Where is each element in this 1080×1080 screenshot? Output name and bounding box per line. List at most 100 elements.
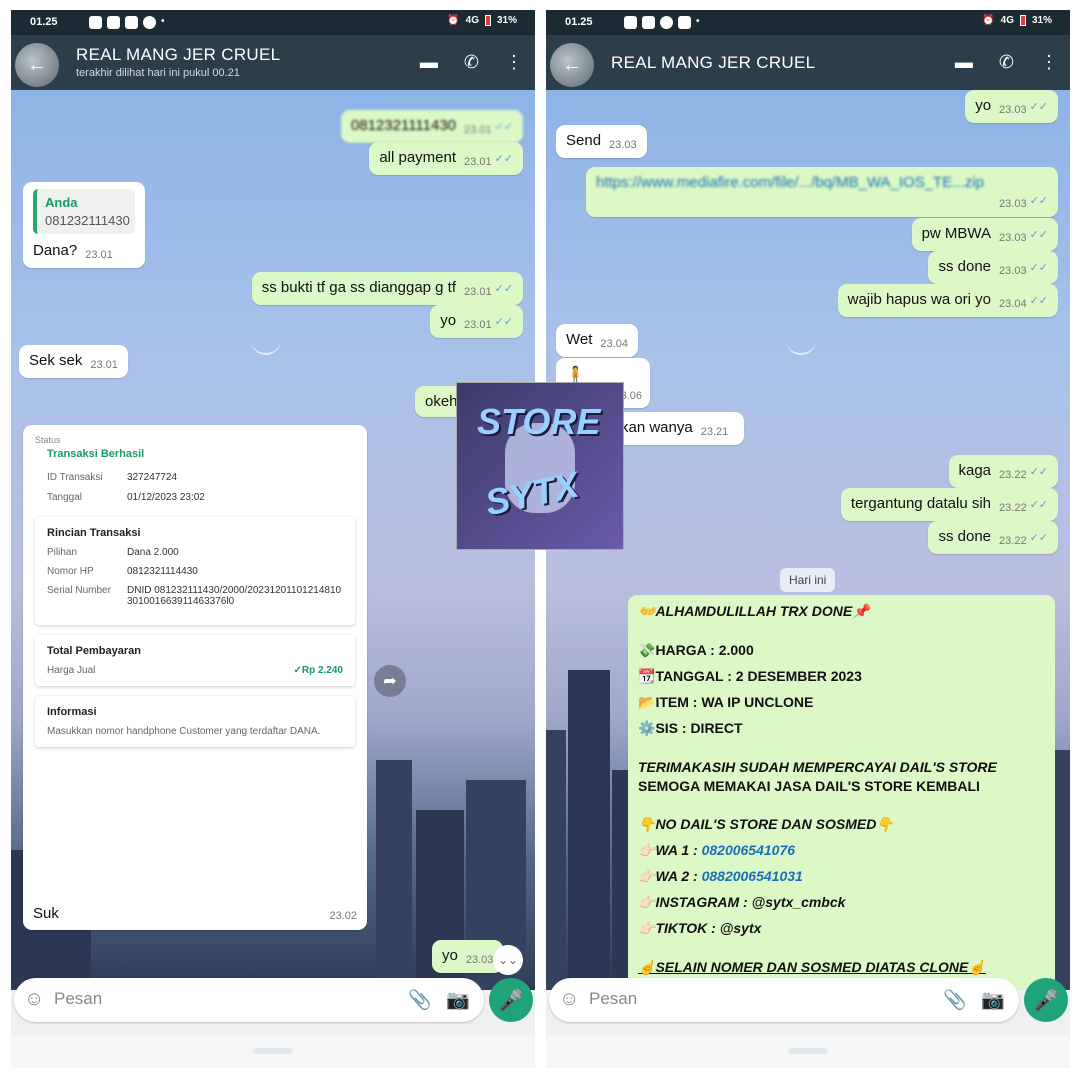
moon-decoration	[786, 325, 816, 355]
message-in[interactable]: Wet 23.04	[556, 324, 638, 357]
back-avatar-button[interactable]: ←	[15, 43, 59, 87]
read-ticks-icon: ✓✓	[1029, 466, 1048, 478]
message-text: ss done	[938, 258, 992, 275]
message-in[interactable]: Anda 081232111430 Dana? 23.01	[23, 182, 145, 268]
message-input[interactable]: ☺ Pesan 📎 📷	[549, 978, 1019, 1022]
emoji-icon[interactable]: ☺	[559, 988, 579, 1011]
message-out[interactable]: ss bukti tf ga ss dianggap g tf 23.01 ✓✓	[251, 272, 523, 305]
promo-line: SELAIN NOMER DAN SOSMED DIATAS CLONE	[655, 959, 969, 975]
chat-area[interactable]: yo 23.03 ✓✓ Send 23.03 https://www.mediafir…	[546, 90, 1070, 990]
message-time: 23.01	[464, 286, 492, 298]
camera-icon[interactable]: 📷	[446, 988, 470, 1012]
more-options-icon[interactable]: ⋮	[505, 52, 523, 73]
folder-icon: 📂	[638, 694, 656, 710]
more-options-icon[interactable]: ⋮	[1040, 52, 1058, 73]
moon-decoration	[251, 325, 281, 355]
sticker-thumb-icon: 🧍	[566, 366, 585, 383]
receipt-id-label: ID Transaksi	[47, 472, 103, 483]
message-time: 23.01	[464, 124, 492, 136]
pointer-icon: 👉🏻	[638, 894, 656, 910]
system-icons: ⏰ 4G 31%	[447, 15, 517, 26]
contact-name[interactable]: REAL MANG JER CRUEL	[611, 53, 815, 73]
message-text: kaga	[958, 462, 992, 479]
camera-icon[interactable]: 📷	[981, 988, 1005, 1012]
battery-icon	[1019, 15, 1026, 26]
message-input[interactable]: ☺ Pesan 📎 📷	[14, 978, 484, 1022]
notification-icon	[678, 16, 691, 29]
message-out[interactable]: tergantung datalu sih 23.22 ✓✓	[840, 488, 1058, 521]
payment-receipt-image[interactable]: Status Transaksi Berhasil ID Transaksi 32…	[23, 425, 367, 930]
message-out[interactable]: wajib hapus wa ori yo 23.04 ✓✓	[837, 284, 1058, 317]
point-up-icon: ☝️	[968, 959, 986, 975]
message-out[interactable]: yo 23.01 ✓✓	[430, 305, 523, 338]
system-nav-bar	[11, 1036, 535, 1068]
sticker-image[interactable]: STORE SYTX	[456, 382, 624, 550]
message-text: Send	[566, 132, 602, 149]
receipt-status-label: Status	[35, 435, 61, 445]
message-link[interactable]: https://www.mediafire.com/file/.../bq/MB…	[596, 174, 984, 191]
notification-icon	[624, 16, 637, 29]
home-indicator[interactable]	[788, 1048, 828, 1054]
notification-icons: •	[89, 16, 165, 29]
info-text: Masukkan nomor handphone Customer yang t…	[47, 726, 321, 737]
video-call-icon[interactable]: ▬	[955, 52, 973, 73]
battery-percent: 31%	[496, 15, 517, 26]
mic-button[interactable]: 🎤	[1024, 978, 1068, 1022]
transaction-detail-card: Rincian Transaksi Pilihan Dana 2.000 Nomo…	[35, 517, 355, 625]
point-down-icon: 👇	[638, 816, 656, 832]
attach-icon[interactable]: 📎	[943, 988, 967, 1012]
last-seen: terakhir dilihat hari ini pukul 00.21	[76, 67, 240, 79]
message-in[interactable]: Sek sek 23.01	[19, 345, 128, 378]
gear-icon: ⚙️	[638, 720, 656, 736]
promo-line: ITEM : WA IP UNCLONE	[655, 694, 814, 710]
message-out[interactable]: kaga 23.22 ✓✓	[948, 455, 1058, 488]
promo-line: ALHAMDULILLAH TRX DONE	[655, 603, 853, 619]
message-text: kan wanya	[621, 419, 693, 436]
input-placeholder: Pesan	[589, 989, 638, 1008]
contact-name[interactable]: REAL MANG JER CRUEL	[76, 45, 280, 65]
read-ticks-icon: ✓✓	[1029, 295, 1048, 307]
message-time: 23.04	[600, 338, 628, 350]
quote-text: 081232111430	[45, 213, 130, 228]
message-text: pw MBWA	[921, 225, 992, 242]
message-out[interactable]: ss done 23.03 ✓✓	[928, 251, 1058, 284]
message-out[interactable]: pw MBWA 23.03 ✓✓	[911, 218, 1058, 251]
message-out-link[interactable]: https://www.mediafire.com/file/.../bq/MB…	[586, 167, 1058, 217]
promo-message[interactable]: 👐ALHAMDULILLAH TRX DONE📌 💸HARGA : 2.000 …	[628, 595, 1055, 990]
forward-icon[interactable]: ➦	[374, 665, 406, 697]
phone-link[interactable]: 082006541076	[702, 842, 795, 858]
receipt-date-value: 01/12/2023 23:02	[127, 492, 205, 503]
promo-line: TANGGAL : 2 DESEMBER 2023	[655, 668, 862, 684]
calendar-icon: 📆	[638, 668, 656, 684]
read-ticks-icon: ✓✓	[494, 121, 513, 133]
field-value: Dana 2.000	[127, 547, 179, 558]
quoted-message[interactable]: Anda 081232111430	[33, 189, 135, 234]
voice-call-icon[interactable]: ✆	[999, 52, 1014, 73]
back-avatar-button[interactable]: ←	[550, 43, 594, 87]
mic-button[interactable]: 🎤	[489, 978, 533, 1022]
date-divider: Hari ini	[780, 568, 836, 592]
pin-icon: 📌	[852, 603, 870, 619]
phone-link[interactable]: 0882006541031	[702, 868, 803, 884]
emoji-icon[interactable]: ☺	[24, 988, 44, 1011]
message-out[interactable]: ss done 23.22 ✓✓	[928, 521, 1058, 554]
status-bar: 01.25 • ⏰ 4G 31%	[546, 10, 1070, 35]
info-card: Informasi Masukkan nomor handphone Custo…	[35, 696, 355, 747]
message-in[interactable]: Send 23.03	[556, 125, 647, 158]
attach-icon[interactable]: 📎	[408, 988, 432, 1012]
scroll-down-icon[interactable]: ⌄⌄	[493, 945, 523, 975]
message-out[interactable]: all payment 23.01 ✓✓	[369, 142, 523, 175]
voice-call-icon[interactable]: ✆	[464, 52, 479, 73]
video-call-icon[interactable]: ▬	[420, 52, 438, 73]
message-out[interactable]: 0812321111430 23.01 ✓✓	[340, 110, 523, 143]
alarm-icon: ⏰	[447, 15, 460, 26]
card-title: Total Pembayaran	[47, 645, 141, 657]
home-indicator[interactable]	[253, 1048, 293, 1054]
status-time: 01.25	[565, 16, 593, 28]
message-time: 23.02	[329, 910, 357, 922]
point-down-icon: 👇	[876, 816, 894, 832]
message-out[interactable]: yo 23.03 ✓✓	[965, 90, 1058, 123]
message-text: yo	[440, 312, 457, 329]
message-time: 23.03	[609, 139, 637, 151]
notification-icon	[143, 16, 156, 29]
